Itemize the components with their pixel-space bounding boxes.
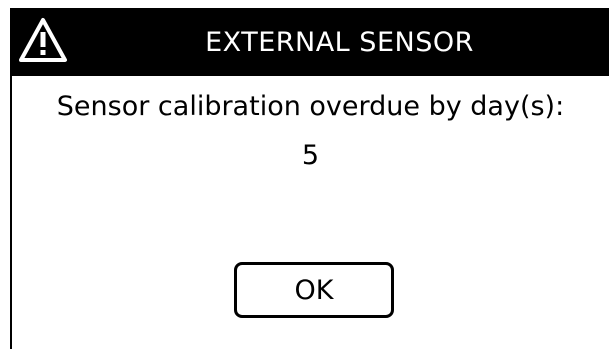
ok-button[interactable]: OK xyxy=(234,262,394,318)
dialog-title: EXTERNAL SENSOR xyxy=(205,27,474,58)
alert-dialog: EXTERNAL SENSOR Sensor calibration overd… xyxy=(0,0,609,349)
dialog-body: Sensor calibration overdue by day(s): 5 … xyxy=(10,76,609,349)
days-overdue-value: 5 xyxy=(301,140,320,171)
dialog-titlebar: EXTERNAL SENSOR xyxy=(10,8,609,76)
calibration-message: Sensor calibration overdue by day(s): xyxy=(56,91,565,122)
